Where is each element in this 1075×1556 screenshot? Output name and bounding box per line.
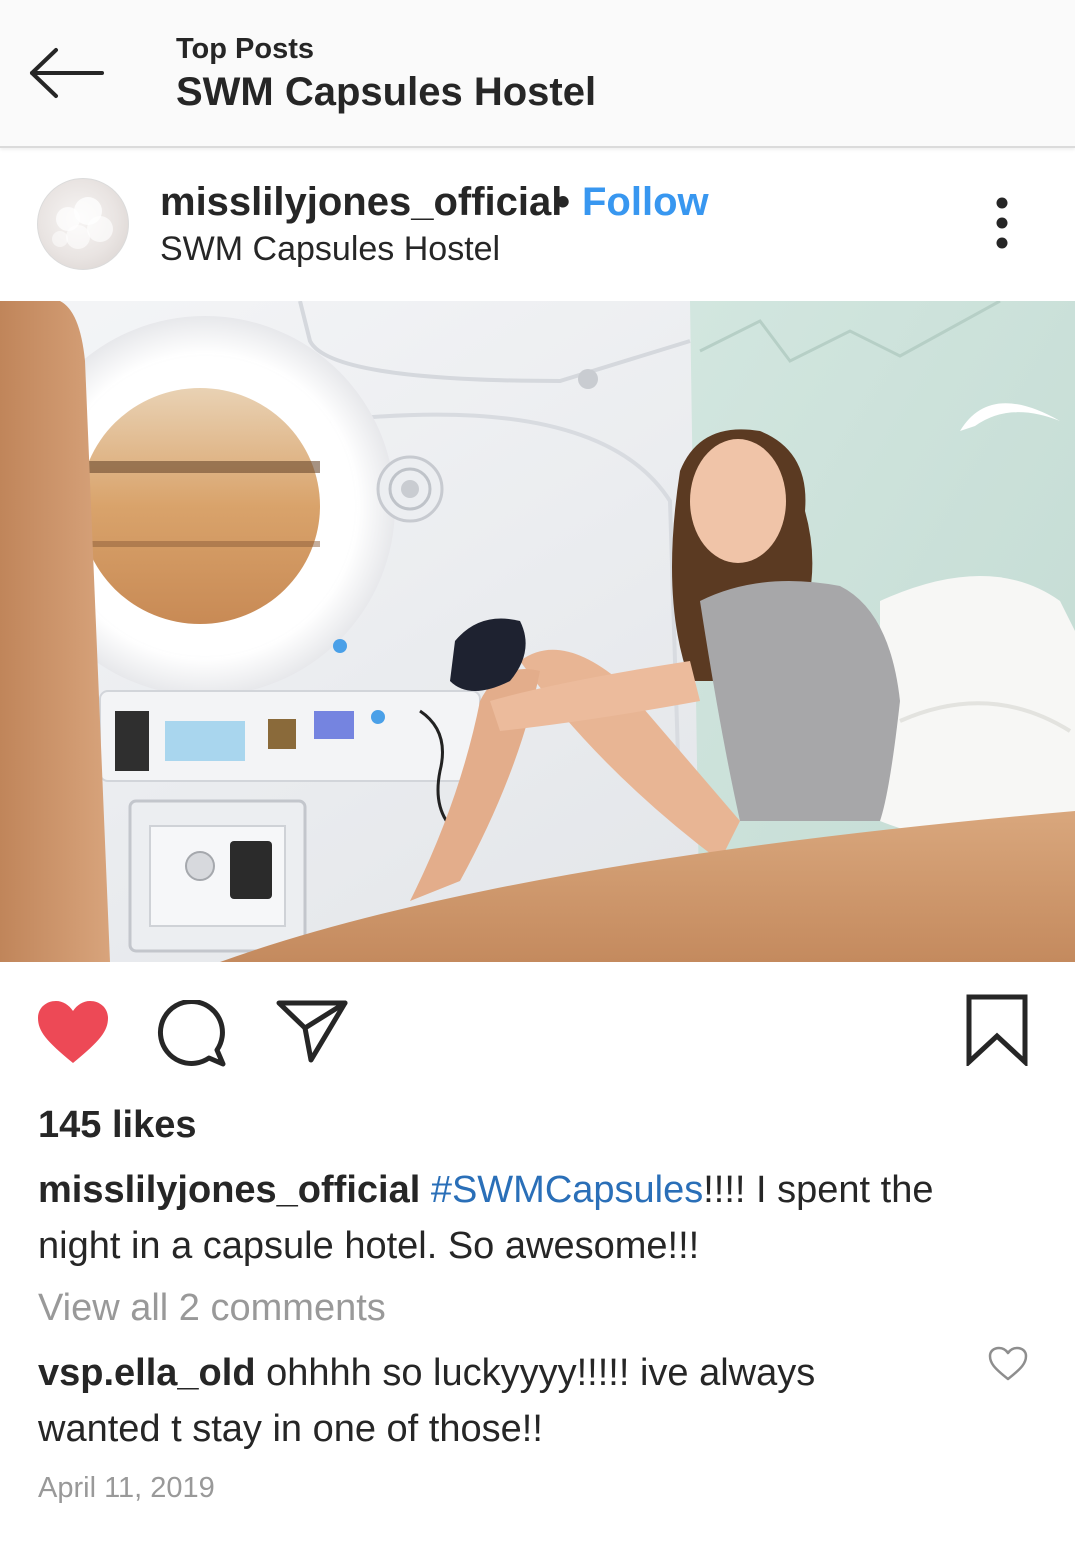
comment-button[interactable] [157, 998, 229, 1068]
arrow-left-icon [30, 48, 104, 98]
header-subtitle: Top Posts [176, 33, 315, 65]
bookmark-icon [966, 994, 1028, 1068]
heart-outline-icon [988, 1346, 1028, 1381]
avatar-image [52, 197, 113, 249]
caption-hashtag[interactable]: #SWMCapsules [431, 1169, 703, 1211]
paper-plane-icon [276, 1000, 348, 1063]
likes-count[interactable]: 145 likes [38, 1104, 196, 1147]
comment-username[interactable]: vsp.ella_old [38, 1352, 256, 1394]
capsule-room-photo [0, 301, 1075, 962]
heart-filled-icon [38, 1001, 108, 1063]
post-date: April 11, 2019 [38, 1472, 215, 1504]
save-button[interactable] [965, 994, 1029, 1068]
more-vertical-icon [996, 197, 1008, 249]
page-title: SWM Capsules Hostel [176, 70, 597, 114]
comment-item: vsp.ella_old ohhhh so luckyyyy!!!!! ive … [38, 1345, 938, 1457]
view-all-comments-link[interactable]: View all 2 comments [38, 1287, 386, 1330]
post-location[interactable]: SWM Capsules Hostel [160, 230, 500, 269]
post-username[interactable]: misslilyjones_official [160, 180, 562, 225]
separator-dot: • [556, 180, 571, 224]
avatar[interactable] [37, 178, 129, 270]
like-button[interactable] [36, 999, 110, 1067]
post-photo[interactable] [0, 301, 1075, 962]
post-caption: misslilyjones_official #SWMCapsules!!!! … [38, 1162, 998, 1274]
back-button[interactable] [24, 40, 108, 106]
more-options-button[interactable] [980, 193, 1024, 257]
share-button[interactable] [275, 998, 349, 1064]
top-header: Top Posts SWM Capsules Hostel [0, 0, 1075, 148]
comment-like-button[interactable] [988, 1346, 1028, 1382]
caption-username[interactable]: misslilyjones_official [38, 1169, 420, 1211]
speech-bubble-icon [157, 998, 226, 1067]
follow-button[interactable]: Follow [582, 180, 709, 225]
